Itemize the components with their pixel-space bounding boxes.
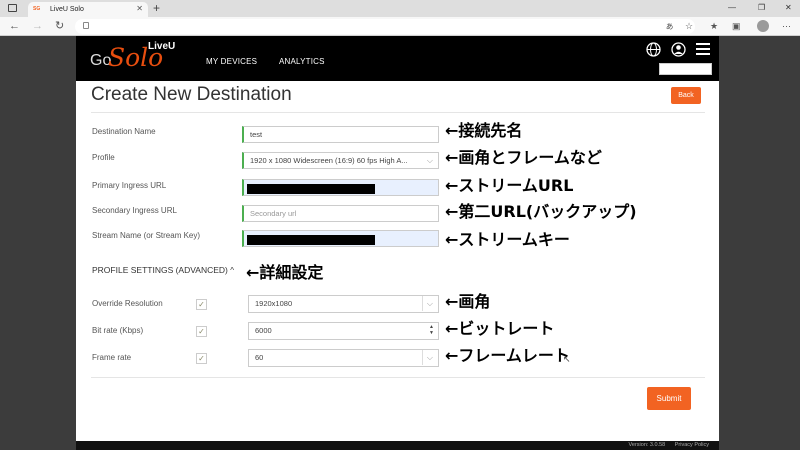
nav-my-devices[interactable]: MY DEVICES	[206, 57, 257, 66]
frame-rate-checkbox[interactable]: ✓	[196, 353, 207, 364]
bit-rate-checkbox[interactable]: ✓	[196, 326, 207, 337]
collections-icon[interactable]: ▣	[732, 20, 741, 32]
tab-title: LiveU Solo	[50, 6, 84, 13]
advanced-settings-toggle[interactable]: PROFILE SETTINGS (ADVANCED) ^	[92, 265, 234, 275]
logo-liveu: LiveU	[148, 41, 176, 52]
chevron-down-icon: ⌵	[426, 156, 433, 165]
annotation-destination-name: ←接続先名	[445, 121, 523, 140]
frame-rate-select[interactable]: 60 ⌵	[248, 349, 439, 367]
divider	[91, 377, 705, 378]
favicon-icon: SG	[33, 6, 41, 12]
mouse-cursor-icon: ↖	[563, 354, 571, 364]
override-resolution-label: Override Resolution	[92, 299, 163, 308]
divider	[91, 112, 705, 113]
gosolo-logo[interactable]: Go Solo LiveU	[88, 39, 178, 77]
reload-icon[interactable]: ↻	[55, 19, 64, 33]
caret-up-icon: ^	[230, 266, 234, 275]
close-tab-icon[interactable]: ✕	[136, 4, 143, 14]
more-menu-icon[interactable]: ⋯	[782, 20, 791, 32]
back-nav-icon[interactable]: ←	[9, 19, 20, 33]
app-container: Go Solo LiveU MY DEVICES ANALYTICS Creat…	[76, 36, 719, 450]
profile-value: 1920 x 1080 Widescreen (16:9) 60 fps Hig…	[250, 156, 408, 165]
page-title: Create New Destination	[91, 84, 292, 105]
privacy-policy-link[interactable]: Privacy Policy	[675, 442, 709, 448]
destination-name-label: Destination Name	[92, 127, 156, 136]
close-window-button[interactable]: ✕	[785, 2, 792, 14]
forward-nav-icon[interactable]: →	[32, 19, 43, 33]
annotation-stream-name: ←ストリームキー	[445, 230, 570, 249]
stepper-arrows-icon[interactable]: ▲ ▼	[429, 324, 434, 336]
annotation-advanced: ←詳細設定	[246, 263, 324, 282]
lock-icon	[83, 22, 89, 29]
bit-rate-value: 6000	[255, 326, 272, 335]
primary-ingress-input[interactable]	[242, 179, 439, 196]
bit-rate-input[interactable]: 6000 ▲ ▼	[248, 322, 439, 340]
annotation-profile: ←画角とフレームなど	[445, 148, 602, 167]
tab-actions-icon[interactable]	[8, 4, 17, 12]
browser-window: SG LiveU Solo ✕ + — ❐ ✕ ← → ↻ ぁ ☆ ★ ▣ ⋯ …	[0, 0, 800, 450]
app-header: Go Solo LiveU MY DEVICES ANALYTICS	[76, 36, 719, 81]
read-aloud-icon[interactable]: ぁ	[665, 20, 674, 32]
redacted-stream-key	[247, 235, 375, 245]
secondary-ingress-label: Secondary Ingress URL	[92, 206, 177, 215]
profile-avatar[interactable]	[757, 20, 769, 32]
submit-button[interactable]: Submit	[647, 387, 691, 410]
annotation-override-resolution: ←画角	[445, 292, 491, 311]
nav-analytics[interactable]: ANALYTICS	[279, 57, 325, 66]
favorite-add-icon[interactable]: ☆	[685, 20, 693, 32]
browser-tab[interactable]: SG LiveU Solo ✕	[28, 2, 148, 17]
hamburger-menu-icon[interactable]	[696, 43, 710, 55]
annotation-secondary-ingress: ←第二URL(バックアップ)	[445, 202, 637, 221]
profile-select[interactable]: 1920 x 1080 Widescreen (16:9) 60 fps Hig…	[242, 152, 439, 169]
annotation-primary-ingress: ←ストリームURL	[445, 176, 574, 195]
minimize-button[interactable]: —	[728, 2, 736, 14]
tab-bar: SG LiveU Solo ✕ + — ❐ ✕	[0, 0, 800, 17]
resolution-select[interactable]: 1920x1080 ⌵	[248, 295, 439, 313]
address-bar[interactable]	[75, 19, 695, 34]
advanced-settings-label: PROFILE SETTINGS (ADVANCED)	[92, 265, 228, 275]
stream-key-input[interactable]	[242, 230, 439, 247]
version-text: Version: 3.0.58	[628, 442, 666, 448]
chevron-down-icon: ⌵	[421, 296, 433, 311]
browser-toolbar: ← → ↻ ぁ ☆ ★ ▣ ⋯	[0, 17, 800, 36]
back-button[interactable]: Back	[671, 87, 701, 104]
chevron-down-icon: ⌵	[421, 350, 433, 365]
user-icon[interactable]	[671, 42, 686, 57]
frame-rate-label: Frame rate	[92, 353, 132, 362]
destination-name-input[interactable]: test	[242, 126, 439, 143]
maximize-button[interactable]: ❐	[758, 2, 765, 14]
secondary-ingress-input[interactable]: Secondary url	[242, 205, 439, 222]
bit-rate-label: Bit rate (Kbps)	[92, 326, 144, 335]
frame-rate-value: 60	[255, 353, 264, 362]
primary-ingress-label: Primary Ingress URL	[92, 181, 167, 190]
new-tab-button[interactable]: +	[153, 1, 160, 15]
annotation-bit-rate: ←ビットレート	[445, 319, 555, 338]
favorites-icon[interactable]: ★	[710, 20, 718, 32]
app-footer: Version: 3.0.58 Privacy Policy	[76, 441, 719, 450]
annotation-frame-rate: ←フレームレート	[445, 346, 570, 365]
override-resolution-checkbox[interactable]: ✓	[196, 299, 207, 310]
profile-label: Profile	[92, 153, 115, 162]
stream-name-label: Stream Name (or Stream Key)	[92, 231, 201, 240]
header-box	[659, 63, 712, 75]
globe-icon[interactable]	[646, 42, 661, 57]
page-viewport: Go Solo LiveU MY DEVICES ANALYTICS Creat…	[0, 36, 800, 450]
redacted-url	[247, 184, 375, 194]
resolution-value: 1920x1080	[255, 299, 293, 308]
